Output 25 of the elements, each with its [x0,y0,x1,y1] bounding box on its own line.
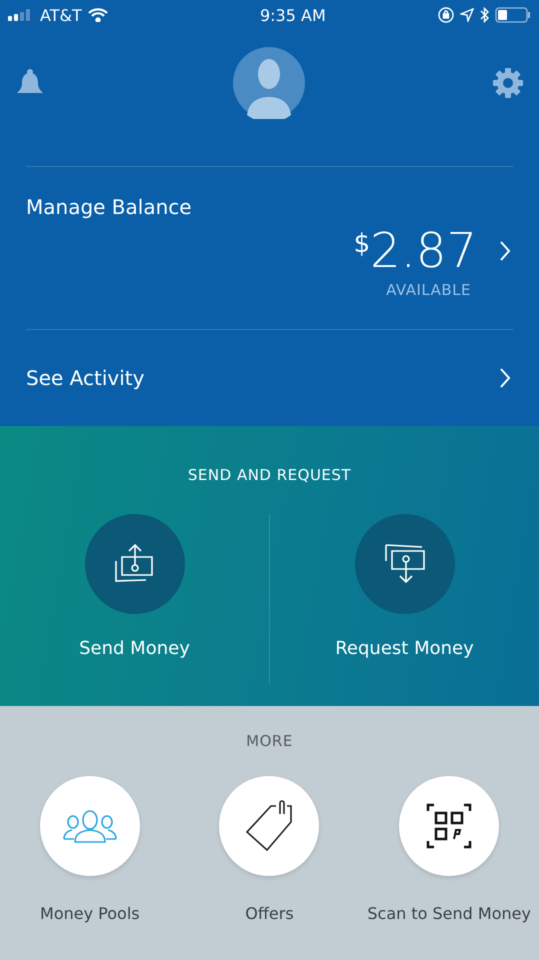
see-activity-link[interactable]: See Activity [0,330,539,426]
clock-time: 9:35 AM [260,6,326,24]
more-option-button[interactable]: Money Pools [0,776,180,923]
location-icon [460,8,474,22]
send-money-button[interactable]: Send Money [0,514,269,684]
request-money-button[interactable]: Request Money [270,514,539,684]
profile-avatar[interactable] [232,47,304,119]
bluetooth-icon [480,7,489,23]
settings-icon[interactable] [493,68,523,98]
tag-icon [245,800,294,852]
wifi-icon [88,8,108,22]
more-option-button[interactable]: Offers [180,776,360,923]
carrier-name: AT&T [40,6,82,24]
chevron-right-icon[interactable] [499,240,511,262]
section-title: MORE [246,732,293,750]
section-title: SEND AND REQUEST [188,466,352,484]
more-option-button[interactable]: Scan to Send Money [359,776,539,923]
qr-code-icon [426,803,472,849]
balance-amount[interactable]: $2.87 [354,223,477,279]
rotation-lock-icon [438,7,454,23]
available-caption: AVAILABLE [385,281,472,299]
manage-balance-title: Manage Balance [26,195,193,219]
battery-icon [495,7,531,23]
chevron-right-icon [499,367,511,389]
people-icon [62,809,118,843]
